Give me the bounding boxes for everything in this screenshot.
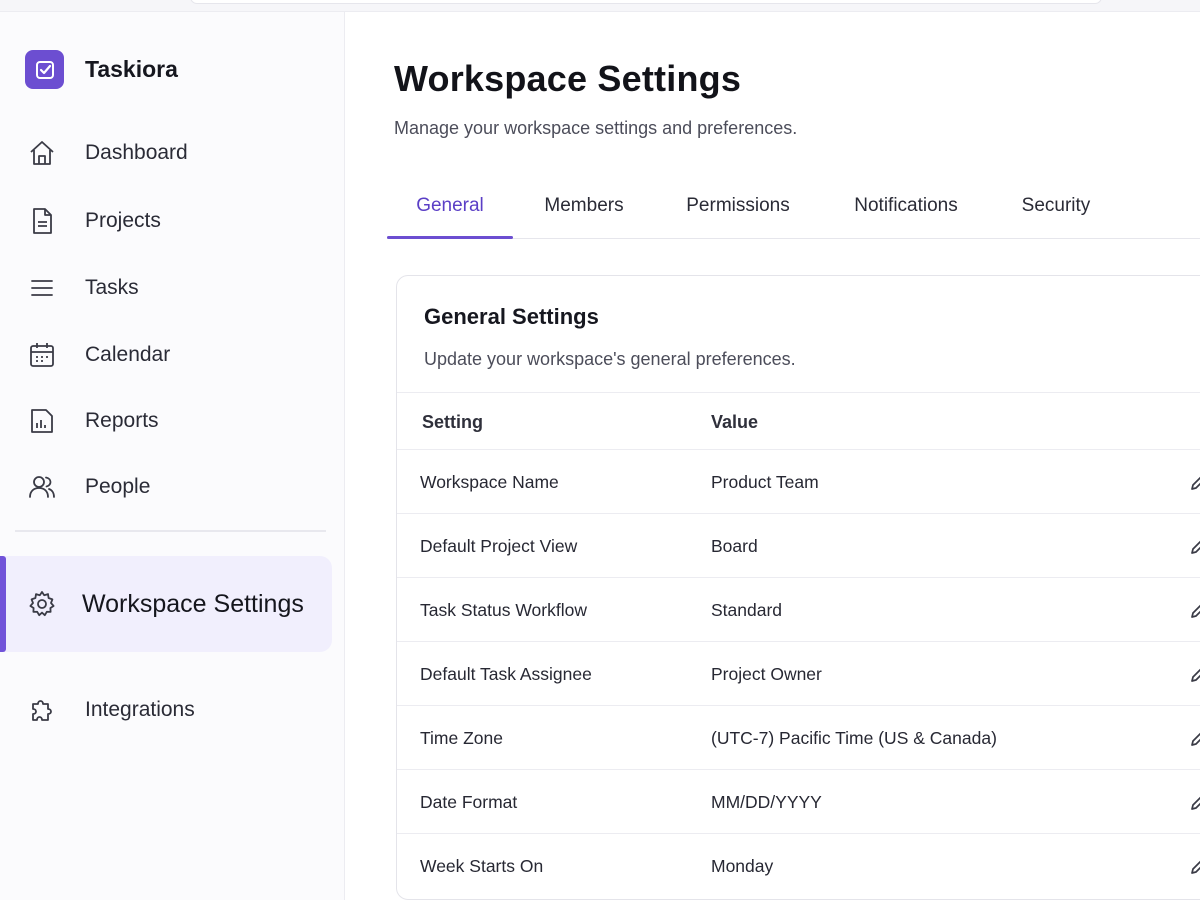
table-row: Time Zone (UTC-7) Pacific Time (US & Can… [397, 706, 1200, 770]
pencil-icon[interactable] [1187, 854, 1200, 878]
main-content: Workspace Settings Manage your workspace… [345, 12, 1200, 900]
sidebar-item-label: People [85, 475, 151, 498]
chart-icon [26, 405, 58, 437]
sidebar-item-projects[interactable]: Projects [0, 197, 345, 245]
page-subtitle: Manage your workspace settings and prefe… [394, 118, 798, 138]
pencil-icon[interactable] [1187, 662, 1200, 686]
sidebar-item-label: Projects [85, 209, 161, 232]
sidebar-item-reports[interactable]: Reports [0, 397, 345, 445]
people-icon [26, 471, 58, 503]
sidebar-item-tasks[interactable]: Tasks [0, 264, 345, 312]
tab-general[interactable]: General [387, 174, 513, 239]
sidebar-item-label: Dashboard [85, 141, 188, 164]
tab-notifications[interactable]: Notifications [835, 174, 977, 238]
setting-name: Default Task Assignee [420, 663, 592, 684]
sidebar-item-label: Tasks [85, 276, 139, 299]
setting-value: MM/DD/YYYY [711, 791, 822, 812]
table-header: Setting Value [397, 392, 1200, 450]
setting-name: Workspace Name [420, 471, 559, 492]
sidebar: Taskiora Dashboard Projects Tasks Calend… [0, 12, 345, 900]
pencil-icon[interactable] [1187, 790, 1200, 814]
sidebar-item-label: Workspace Settings [82, 589, 304, 618]
setting-name: Week Starts On [420, 855, 544, 876]
app-window: Taskiora Dashboard Projects Tasks Calend… [0, 0, 1200, 900]
sidebar-item-dashboard[interactable]: Dashboard [0, 129, 345, 177]
pencil-icon[interactable] [1187, 598, 1200, 622]
table-row: Week Starts On Monday [397, 834, 1200, 898]
sidebar-divider [15, 530, 326, 532]
card-subtitle: Update your workspace's general preferen… [424, 349, 796, 369]
home-icon [26, 137, 58, 169]
card-title: General Settings [424, 304, 599, 329]
tab-permissions[interactable]: Permissions [671, 174, 805, 238]
general-settings-card: General Settings Update your workspace's… [396, 275, 1200, 900]
column-header-value: Value [711, 411, 759, 432]
sidebar-item-label: Integrations [85, 698, 195, 721]
setting-name: Date Format [420, 791, 518, 812]
setting-value: Board [711, 535, 758, 556]
checkbox-logo-icon [25, 50, 64, 89]
calendar-icon [26, 339, 58, 371]
sidebar-item-integrations[interactable]: Integrations [0, 686, 345, 734]
setting-value: Standard [711, 599, 783, 620]
table-row: Workspace Name Product Team [397, 450, 1200, 514]
table-row: Default Project View Board [397, 514, 1200, 578]
setting-value: Monday [711, 855, 774, 876]
setting-value: Product Team [711, 471, 819, 492]
pencil-icon[interactable] [1187, 470, 1200, 494]
setting-name: Time Zone [420, 727, 503, 748]
sidebar-item-workspace-settings[interactable]: Workspace Settings [0, 556, 332, 652]
settings-tabs: General Members Permissions Notification… [387, 174, 1200, 239]
setting-value: (UTC-7) Pacific Time (US & Canada) [711, 727, 997, 748]
sidebar-item-calendar[interactable]: Calendar [0, 331, 345, 379]
setting-name: Task Status Workflow [420, 599, 587, 620]
table-row: Default Task Assignee Project Owner [397, 642, 1200, 706]
puzzle-icon [26, 694, 58, 726]
setting-value: Project Owner [711, 663, 822, 684]
brand[interactable]: Taskiora [25, 50, 178, 89]
gear-icon [26, 588, 58, 620]
document-icon [26, 205, 58, 237]
address-bar[interactable] [190, 0, 1102, 4]
page-title: Workspace Settings [394, 58, 742, 99]
browser-bar [0, 0, 1200, 12]
sidebar-item-people[interactable]: People [0, 463, 345, 511]
list-icon [26, 272, 58, 304]
sidebar-item-label: Calendar [85, 343, 171, 366]
pencil-icon[interactable] [1187, 726, 1200, 750]
pencil-icon[interactable] [1187, 534, 1200, 558]
tab-security[interactable]: Security [1007, 174, 1105, 238]
setting-name: Default Project View [420, 535, 578, 556]
tab-members[interactable]: Members [527, 174, 641, 238]
sidebar-item-label: Reports [85, 409, 159, 432]
column-header-setting: Setting [422, 411, 483, 432]
brand-name: Taskiora [85, 56, 178, 82]
table-row: Date Format MM/DD/YYYY [397, 770, 1200, 834]
table-row: Task Status Workflow Standard [397, 578, 1200, 642]
